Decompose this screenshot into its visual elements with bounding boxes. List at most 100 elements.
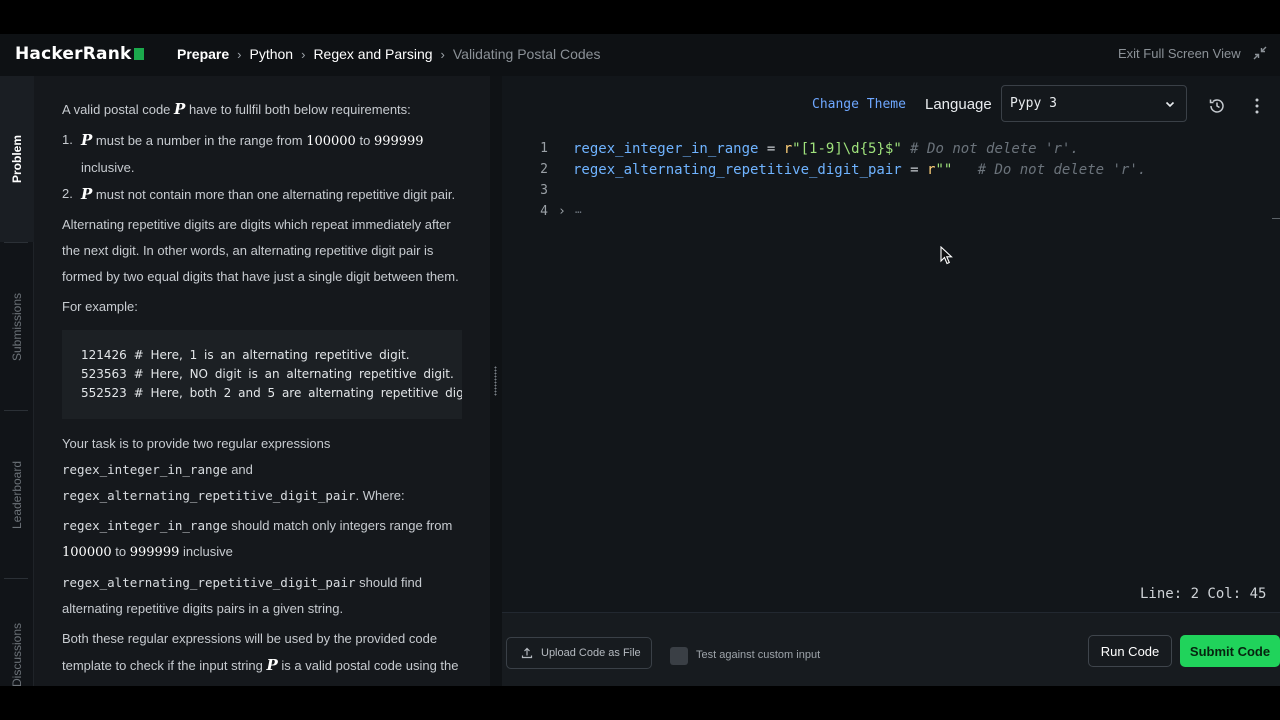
inline-code: regex_alternating_repetitive_digit_pair [62, 575, 356, 590]
language-select[interactable]: Pypy 3 [1001, 85, 1187, 122]
chevron-down-icon [1165, 101, 1175, 108]
breadcrumb-current-challenge: Validating Postal Codes [452, 46, 601, 62]
tab-discussions-label: Discussions [10, 622, 24, 686]
requirement-2: 2. P must not contain more than one alte… [62, 181, 462, 208]
upload-code-button[interactable]: Upload Code as File [506, 637, 652, 669]
vertical-tab-bar: Problem Submissions Leaderboard Discussi… [0, 76, 34, 686]
hackerrank-app: HackerRank Prepare › Python › Regex and … [0, 34, 1280, 686]
tab-leaderboard-label: Leaderboard [10, 460, 24, 530]
problem-statement: A valid postal code P have to fullfil bo… [62, 96, 462, 686]
folded-code-ellipsis[interactable]: … [575, 203, 582, 216]
tab-leaderboard[interactable]: Leaderboard [0, 412, 34, 578]
math-number: 100000 [62, 545, 112, 560]
requirement-text: must not contain more than one alternati… [95, 187, 456, 202]
fold-chevron-icon[interactable]: › [558, 204, 566, 219]
task-text: . Where: [355, 488, 405, 503]
breadcrumb-regex-and-parsing[interactable]: Regex and Parsing [313, 46, 432, 62]
mouse-pointer-icon [940, 246, 953, 265]
more-options-icon[interactable] [1254, 98, 1260, 114]
upload-icon [521, 647, 533, 659]
code-comment: # Do not delete 'r'. [952, 161, 1147, 178]
example-line: 121426 # Here, 1 is an alternating repet… [81, 348, 410, 362]
math-var: P [266, 656, 278, 674]
custom-input-checkbox[interactable] [670, 647, 688, 665]
for-example-label: For example: [62, 299, 138, 314]
chevron-right-icon: › [440, 46, 445, 62]
code-line: 2 regex_alternating_repetitive_digit_pai… [502, 159, 1280, 180]
hackerrank-logo[interactable]: HackerRank [15, 44, 144, 64]
upload-code-label: Upload Code as File [541, 647, 641, 659]
math-var: P [174, 100, 186, 118]
code-line: 3 [502, 180, 1280, 201]
code-operator: = [758, 140, 784, 157]
change-theme-button[interactable]: Change Theme [812, 97, 906, 112]
drag-grip-icon [494, 366, 497, 396]
example-line: 552523 # Here, both 2 and 5 are alternat… [81, 386, 462, 400]
run-code-button[interactable]: Run Code [1088, 635, 1172, 667]
editor-footer: Upload Code as File Test against custom … [502, 612, 1280, 686]
code-operator: = [901, 161, 928, 178]
tab-divider [4, 242, 28, 243]
tab-discussions[interactable]: Discussions [0, 590, 34, 686]
breadcrumb: Prepare › Python › Regex and Parsing › V… [177, 46, 600, 62]
line-number: 3 [540, 183, 548, 198]
tab-problem[interactable]: Problem [0, 76, 34, 242]
exit-full-screen-link[interactable]: Exit Full Screen View [1118, 46, 1241, 61]
regex1-description: regex_integer_in_range should match only… [62, 513, 462, 566]
intro-text: A valid postal code [62, 102, 171, 117]
math-var: P [81, 185, 93, 203]
inline-code: regex_integer_in_range [62, 462, 228, 477]
collapse-icon[interactable] [1253, 46, 1267, 60]
tab-submissions[interactable]: Submissions [0, 244, 34, 410]
list-number: 2. [62, 186, 73, 201]
code-comment: # Do not delete 'r'. [901, 140, 1079, 157]
code-identifier: regex_integer_in_range [573, 140, 759, 157]
code-line-folded: 4 › … [502, 201, 1280, 222]
language-label: Language [925, 96, 992, 113]
chevron-right-icon: › [301, 46, 306, 62]
example-line: 523563 # Here, NO digit is an alternatin… [81, 367, 454, 381]
math-number: 999999 [373, 134, 424, 149]
custom-input-label[interactable]: Test against custom input [696, 649, 820, 661]
submit-code-button[interactable]: Submit Code [1180, 635, 1280, 667]
line-number: 4 [540, 204, 548, 219]
task-paragraph: Your task is to provide two regular expr… [62, 431, 462, 509]
chevron-right-icon: › [237, 46, 242, 62]
intro-paragraph: A valid postal code P have to fullfil bo… [62, 96, 462, 123]
tab-problem-label: Problem [10, 134, 25, 184]
line-number: 2 [540, 162, 548, 177]
description-text: inclusive [183, 544, 233, 559]
math-number: 999999 [129, 545, 180, 560]
language-selected-value: Pypy 3 [1010, 96, 1057, 111]
editor-toolbar: Change Theme Language Pypy 3 [502, 76, 1280, 134]
breadcrumb-prepare[interactable]: Prepare [177, 46, 229, 62]
line-number: 1 [540, 141, 548, 156]
inline-code: regex_alternating_repetitive_digit_pair [62, 488, 356, 503]
breadcrumb-python[interactable]: Python [250, 46, 294, 62]
code-identifier: regex_alternating_repetitive_digit_pair [573, 161, 902, 178]
math-number: 100000 [306, 134, 356, 149]
description-text: should match only integers range from [231, 518, 453, 533]
requirement-text: must be a number in the range from [95, 133, 303, 148]
list-number: 1. [62, 132, 73, 147]
logo-square-icon [133, 48, 144, 60]
problem-panel[interactable]: A valid postal code P have to fullfil bo… [34, 76, 490, 686]
description-text: to [115, 544, 127, 559]
panel-resize-handle[interactable] [490, 76, 502, 686]
tab-submissions-label: Submissions [10, 292, 24, 362]
inline-code: regex_integer_in_range [62, 518, 228, 533]
logo-text: HackerRank [15, 44, 132, 64]
example-code-block: 121426 # Here, 1 is an alternating repet… [62, 330, 462, 419]
requirement-1: 1. P must be a number in the range from … [62, 127, 462, 181]
requirement-text: inclusive. [81, 160, 135, 175]
code-prefix: r [783, 140, 793, 157]
cursor-position-status: Line: 2 Col: 45 [1140, 586, 1267, 602]
code-string: "[1-9]\d{5}$" [792, 140, 902, 157]
code-content: regex_alternating_repetitive_digit_pair … [573, 162, 1146, 178]
letterbox-top [0, 0, 1280, 34]
usage-paragraph: Both these regular expressions will be u… [62, 626, 462, 686]
code-string: "" [935, 161, 953, 178]
intro-text-end: have to fullfil both below requirements: [188, 102, 411, 117]
math-var: P [81, 131, 93, 149]
restore-history-icon[interactable] [1208, 97, 1226, 115]
